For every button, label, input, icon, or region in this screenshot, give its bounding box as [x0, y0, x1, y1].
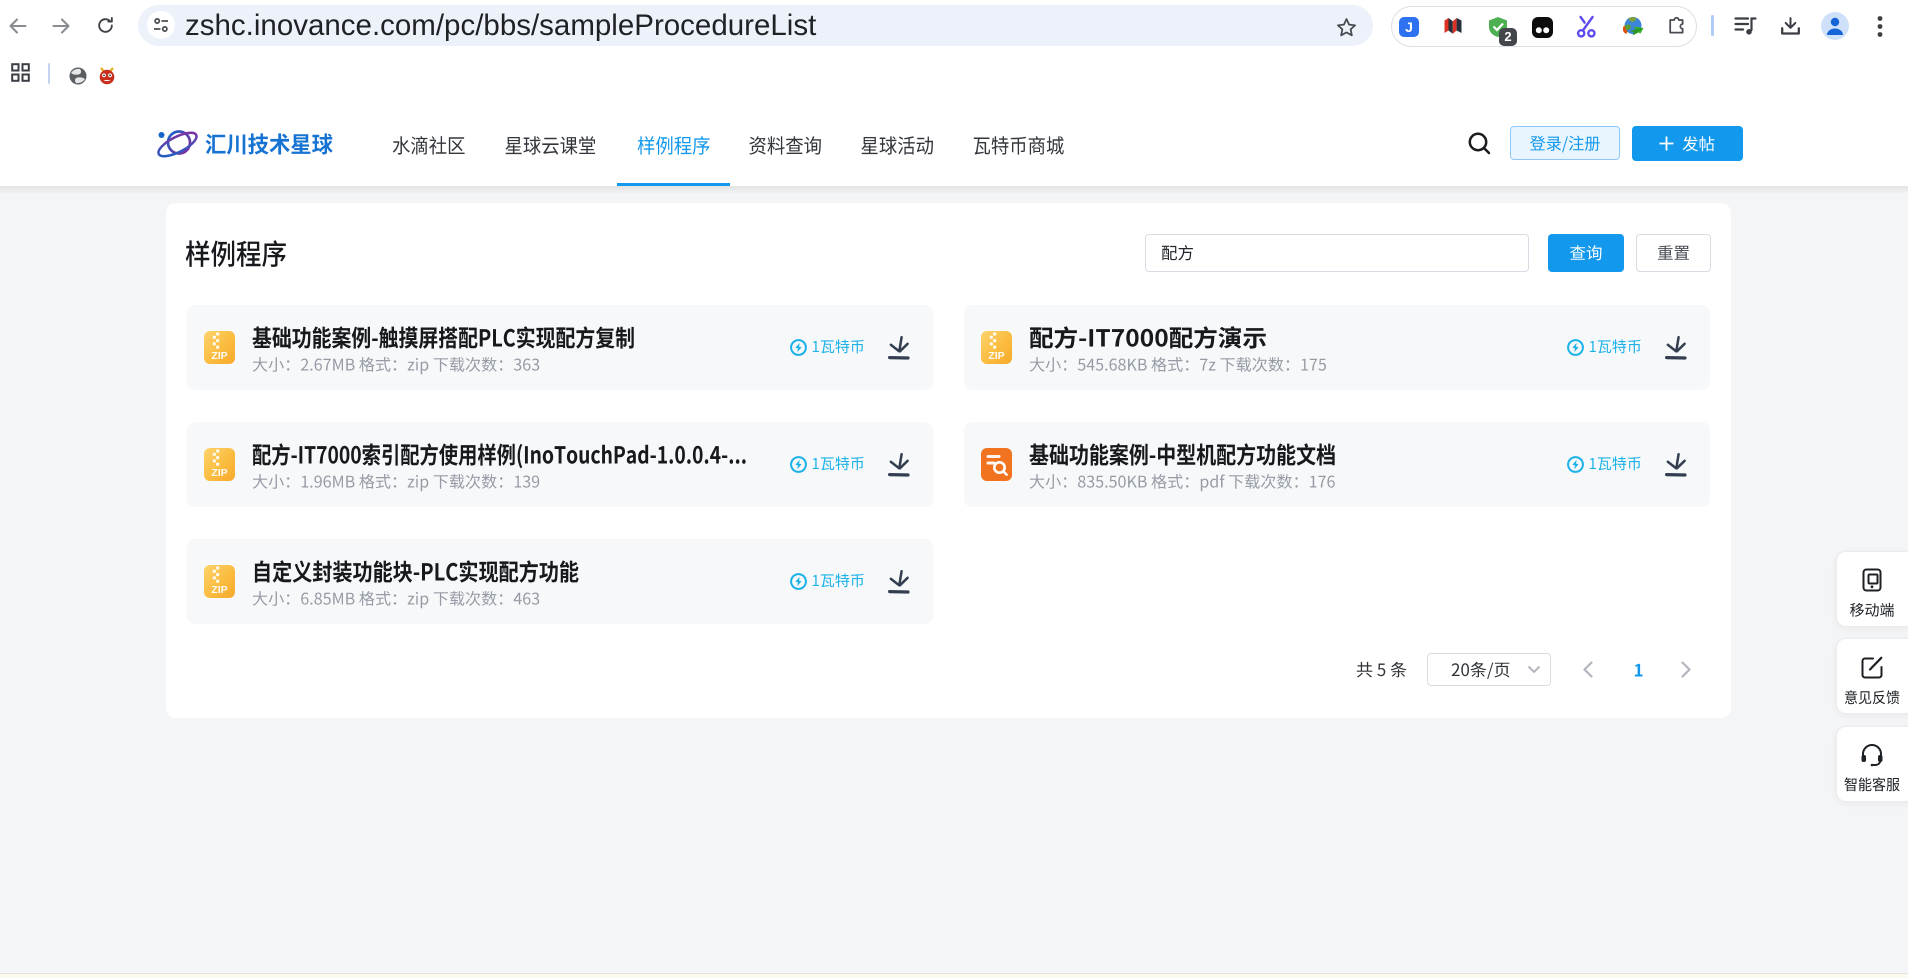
svg-text:ZIP: ZIP: [211, 467, 227, 479]
svg-text:ZIP: ZIP: [211, 350, 227, 362]
svg-text:ZIP: ZIP: [211, 584, 227, 596]
svg-text:J: J: [1405, 19, 1413, 35]
svg-text:ZIP: ZIP: [988, 350, 1004, 362]
